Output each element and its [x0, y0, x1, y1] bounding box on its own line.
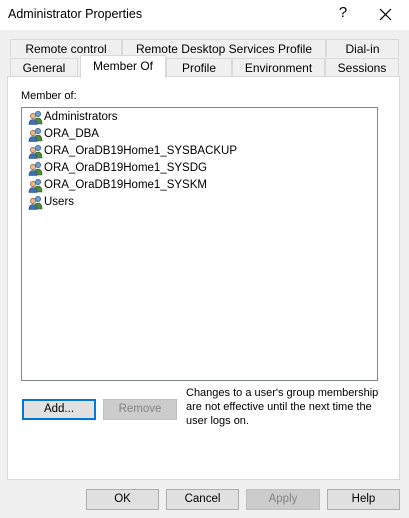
- group-name: ORA_OraDB19Home1_SYSBACKUP: [44, 145, 238, 157]
- group-icon: [28, 161, 43, 176]
- group-name: Administrators: [44, 111, 118, 123]
- close-icon[interactable]: [374, 3, 396, 25]
- group-icon: [28, 110, 43, 125]
- tab-dial-in[interactable]: Dial-in: [326, 39, 399, 57]
- member-of-label: Member of:: [21, 90, 77, 102]
- groups-listbox[interactable]: Administrators ORA_DBA ORA_OraDB19Home1_…: [21, 107, 378, 381]
- membership-note: Changes to a user's group membership are…: [186, 387, 379, 427]
- help-icon[interactable]: ?: [336, 4, 350, 21]
- tab-general[interactable]: General: [10, 58, 78, 76]
- tab-profile[interactable]: Profile: [166, 58, 232, 76]
- apply-button[interactable]: Apply: [246, 489, 320, 510]
- group-name: Users: [44, 196, 75, 208]
- ok-button[interactable]: OK: [86, 489, 159, 510]
- group-icon: [28, 127, 43, 142]
- help-button[interactable]: Help: [327, 489, 400, 510]
- group-icon: [28, 195, 43, 210]
- group-icon: [28, 144, 43, 159]
- group-name: ORA_OraDB19Home1_SYSKM: [44, 179, 207, 191]
- properties-dialog: Remote control Remote Desktop Services P…: [0, 30, 409, 518]
- tab-sessions[interactable]: Sessions: [325, 58, 399, 76]
- group-icon: [28, 178, 43, 193]
- tab-member-of[interactable]: Member Of: [80, 55, 166, 78]
- remove-button[interactable]: Remove: [103, 399, 177, 420]
- window-title: Administrator Properties: [8, 7, 143, 21]
- add-button[interactable]: Add...: [22, 399, 96, 420]
- title-bar: Administrator Properties ?: [0, 0, 409, 30]
- member-of-panel: Member of: Administrators ORA_DBA ORA_Or…: [7, 76, 400, 480]
- group-name: ORA_OraDB19Home1_SYSDG: [44, 162, 207, 174]
- tab-environment[interactable]: Environment: [232, 58, 325, 76]
- group-name: ORA_DBA: [44, 128, 99, 140]
- cancel-button[interactable]: Cancel: [166, 489, 239, 510]
